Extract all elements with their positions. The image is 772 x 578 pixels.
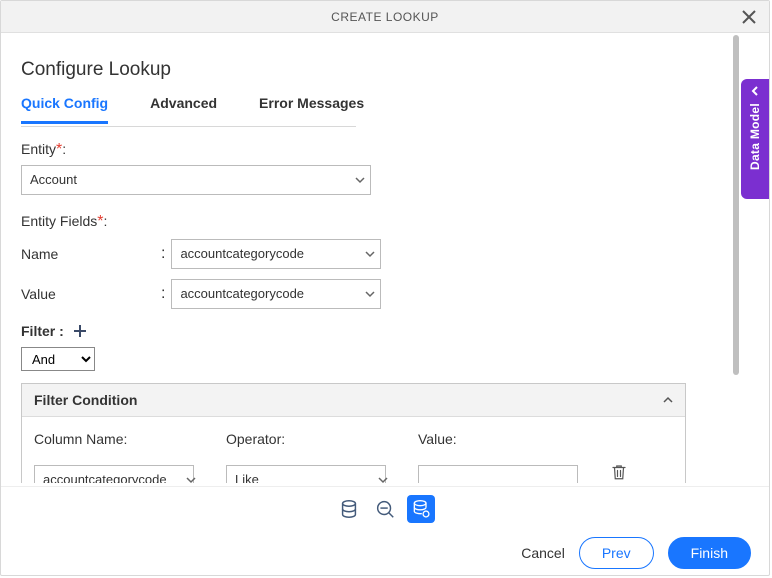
filter-label: Filter : [21, 323, 64, 339]
entity-colon: : [62, 141, 66, 157]
tab-quick-config[interactable]: Quick Config [21, 95, 108, 124]
tab-error-messages[interactable]: Error Messages [259, 95, 364, 124]
filter-condition-panel: Filter Condition Column Name: accountcat… [21, 383, 686, 483]
data-model-label: Data Model [748, 103, 762, 170]
collapse-icon[interactable] [663, 395, 673, 405]
trash-icon [610, 463, 628, 481]
entity-select[interactable]: Account [21, 165, 371, 195]
value-field-select[interactable]: accountcategorycode [171, 279, 381, 309]
name-field-select[interactable]: accountcategorycode [171, 239, 381, 269]
entity-fields-label: Entity Fields [21, 213, 97, 229]
scrollbar[interactable] [733, 35, 739, 375]
prev-button[interactable]: Prev [579, 537, 654, 569]
operator-select[interactable]: Like [226, 465, 386, 483]
filter-step-icon[interactable] [371, 495, 399, 523]
cancel-button[interactable]: Cancel [521, 545, 565, 561]
name-label: Name [21, 246, 58, 262]
dialog-titlebar: CREATE LOOKUP [1, 1, 769, 33]
column-name-select[interactable]: accountcategorycode [34, 465, 194, 483]
operator-label: Operator: [226, 431, 394, 447]
dialog-title: CREATE LOOKUP [331, 10, 439, 24]
filter-value-label: Value: [418, 431, 586, 447]
delete-condition-button[interactable] [610, 463, 628, 481]
create-lookup-dialog: CREATE LOOKUP Configure Lookup Quick Con… [0, 0, 770, 576]
column-name-label: Column Name: [34, 431, 202, 447]
entity-label: Entity [21, 141, 56, 157]
value-label: Value [21, 286, 56, 302]
dialog-body: Configure Lookup Quick Config Advanced E… [1, 33, 769, 483]
tab-underline [21, 126, 356, 127]
plus-icon[interactable] [72, 323, 88, 339]
tab-bar: Quick Config Advanced Error Messages [21, 95, 749, 125]
dialog-footer: Cancel Prev Finish [1, 531, 769, 575]
configure-step-icon[interactable] [407, 495, 435, 523]
datasource-step-icon[interactable] [335, 495, 363, 523]
finish-button[interactable]: Finish [668, 537, 751, 569]
filter-condition-title: Filter Condition [34, 392, 137, 408]
page-title: Configure Lookup [21, 59, 749, 81]
close-icon[interactable] [737, 5, 761, 29]
chevron-left-icon [749, 85, 761, 97]
tab-advanced[interactable]: Advanced [150, 95, 217, 124]
filter-logic-select[interactable]: And [21, 347, 95, 371]
filter-value-input[interactable] [418, 465, 578, 483]
data-model-drawer-tab[interactable]: Data Model [741, 79, 769, 199]
wizard-step-bar [1, 486, 769, 531]
